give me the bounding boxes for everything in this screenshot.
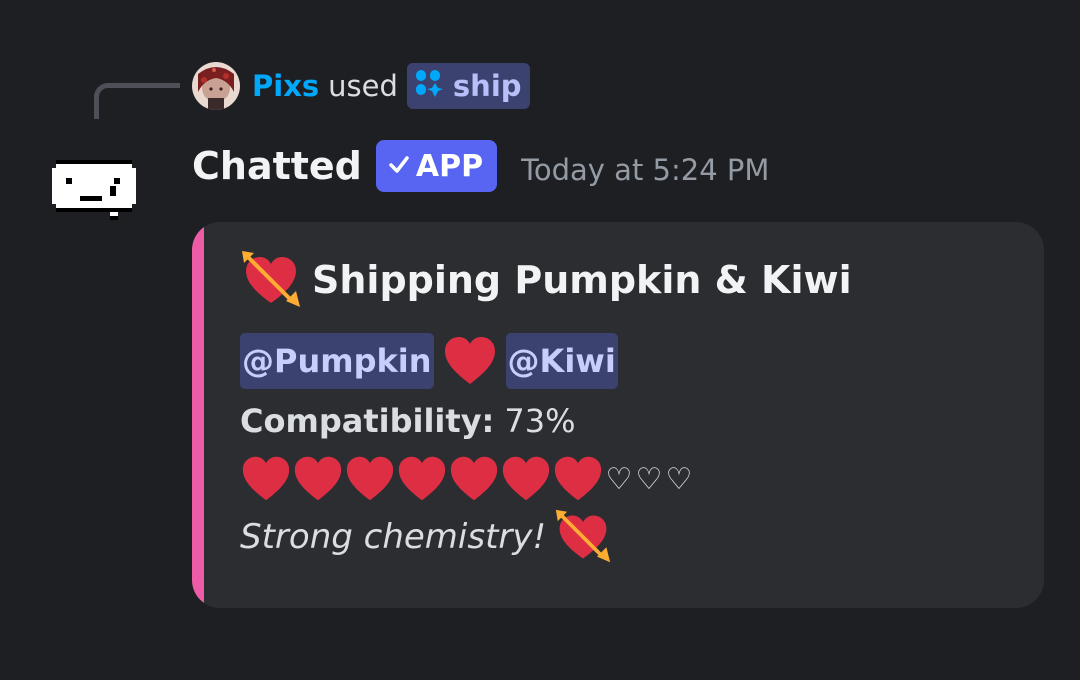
command-chip[interactable]: ship — [406, 63, 530, 109]
filled-heart-icon — [448, 454, 500, 504]
compatibility-line: Compatibility: 73% — [240, 398, 575, 444]
checkmark-icon — [388, 149, 410, 184]
reply-context[interactable]: Pixs used ship — [192, 62, 530, 110]
bot-avatar[interactable] — [52, 160, 138, 220]
compatibility-hearts: ♡ ♡ ♡ — [240, 452, 694, 506]
filled-heart-icon — [292, 454, 344, 504]
mention-user-1[interactable]: @Pumpkin — [240, 333, 434, 389]
reply-connector — [94, 83, 180, 119]
reply-used-text: used — [328, 69, 398, 103]
embed-title-text: Shipping Pumpkin & Kiwi — [312, 258, 852, 302]
message-header: Chatted APP Today at 5:24 PM — [192, 138, 769, 194]
embed-accent-bar — [192, 222, 204, 608]
reply-username[interactable]: Pixs — [252, 69, 319, 103]
command-name: ship — [452, 69, 522, 103]
filled-heart-icon — [396, 454, 448, 504]
app-badge-label: APP — [415, 148, 484, 184]
compatibility-value: 73% — [504, 402, 576, 440]
mention-user-2[interactable]: @Kiwi — [505, 333, 618, 389]
filled-heart-icon — [500, 454, 552, 504]
empty-heart-icon: ♡ — [605, 461, 633, 497]
heart-with-arrow-icon — [554, 508, 612, 566]
filled-heart-icon — [240, 454, 292, 504]
app-badge: APP — [375, 140, 498, 192]
chat-message-area: Pixs used ship Chatted APP Today at 5:24… — [0, 0, 1080, 680]
embed-title: Shipping Pumpkin & Kiwi — [240, 250, 852, 310]
app-command-icon — [415, 68, 445, 105]
heart-with-arrow-icon — [240, 249, 302, 311]
empty-heart-icon: ♡ — [665, 461, 693, 497]
reply-user-avatar[interactable] — [192, 62, 240, 110]
ship-embed: Shipping Pumpkin & Kiwi @Pumpkin @Kiwi C… — [192, 222, 1044, 608]
message-timestamp[interactable]: Today at 5:24 PM — [521, 153, 769, 187]
compatibility-label: Compatibility: — [240, 402, 495, 440]
embed-footer-text: Strong chemistry! — [240, 517, 547, 557]
filled-heart-icon — [552, 454, 604, 504]
empty-heart-icon: ♡ — [635, 461, 663, 497]
filled-heart-icon — [344, 454, 396, 504]
bot-username[interactable]: Chatted — [192, 144, 362, 188]
red-heart-icon — [442, 334, 498, 388]
ship-pair: @Pumpkin @Kiwi — [240, 333, 618, 389]
embed-footer: Strong chemistry! — [240, 507, 612, 567]
